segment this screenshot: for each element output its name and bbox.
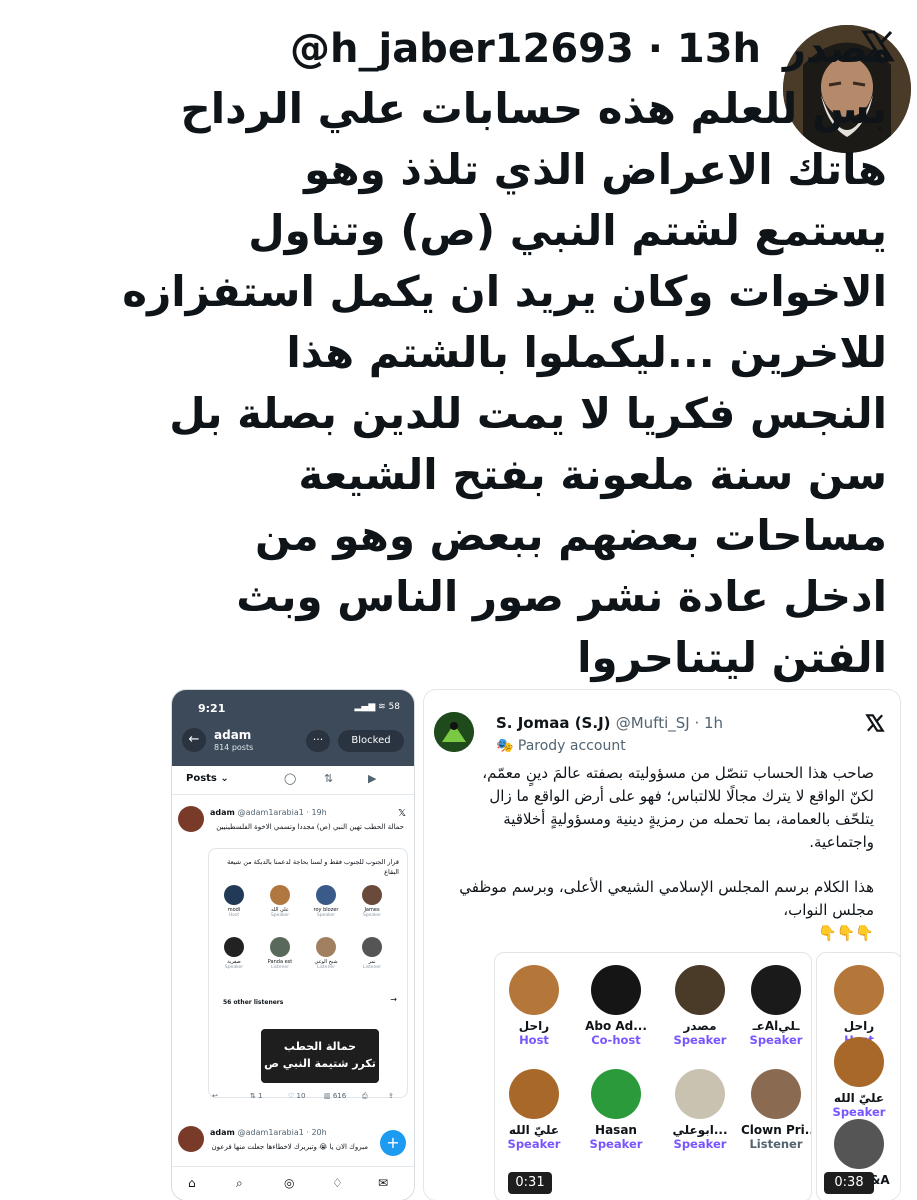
- profile-post-count: 814 posts: [214, 743, 254, 752]
- tweet-line: للاخرين ...ليكملوا بالشتم هذا: [286, 328, 887, 377]
- tab-posts[interactable]: Posts ⌄: [186, 773, 229, 784]
- post-text: صاحب هذا الحساب تنصّل من مسؤوليته بصفته …: [454, 762, 874, 945]
- post-author: adam @adam1arabia1 · 20h: [210, 1128, 327, 1137]
- search-icon[interactable]: ⌕: [236, 1176, 243, 1191]
- space-speaker: راحلHost: [499, 965, 569, 1047]
- author-name: adam: [210, 808, 235, 817]
- status-time: 9:21: [198, 702, 226, 715]
- compose-button[interactable]: +: [380, 1130, 406, 1156]
- space-speaker: عليّ الله Speaker: [824, 1037, 894, 1119]
- profile-header: 9:21 ▂▄▆ ≋ 58 ← adam 814 posts ··· Block…: [172, 690, 414, 766]
- space-speaker: نمر Listener: [351, 937, 393, 970]
- space-speaker: Clown Pri... Listener: [741, 1069, 811, 1151]
- space-speaker: عـAlـلي Speaker: [741, 965, 811, 1047]
- parody-label: 🎭 Parody account: [496, 738, 626, 754]
- profile-name: adam: [214, 728, 252, 742]
- space-speaker: Hasan Speaker: [581, 1069, 651, 1151]
- space-card[interactable]: عـAlـلي Speaker مصدر Speaker Abo Ad... Co-h…: [494, 952, 812, 1200]
- tweet-line: الفتن ليتناحروا: [577, 633, 887, 682]
- repost-tab-icon[interactable]: ⇅: [324, 772, 333, 785]
- status-icons: ▂▄▆ ≋ 58: [354, 702, 400, 712]
- listener-count: 56 other listeners: [223, 999, 284, 1006]
- home-icon[interactable]: ⌂: [188, 1176, 196, 1190]
- bottom-nav: ⌂ ⌕ ◎ ♢ ✉: [172, 1166, 414, 1200]
- x-logo-icon: [858, 26, 898, 66]
- video-duration: 0:38: [824, 1172, 874, 1194]
- space-speaker: roy blozer Speaker: [305, 885, 347, 918]
- avatar[interactable]: [178, 806, 204, 832]
- back-arrow-icon[interactable]: ←: [182, 728, 206, 752]
- post-text: حمالة الحطب تهين النبي (ص) مجددا وتسمي ا…: [216, 823, 404, 831]
- author-meta: @Mufti_SJ · 1h: [615, 714, 724, 732]
- x-logo-icon: 𝕏: [397, 808, 406, 819]
- author-name[interactable]: S. Jomaa (S.J): [496, 714, 611, 732]
- handle-time[interactable]: @h_jaber12693 · 13h: [290, 26, 761, 72]
- tweet-line: الاخوات وكان يريد ان يكمل استفزازه: [122, 267, 887, 316]
- space-speaker: James Speaker: [351, 885, 393, 918]
- reply-tab-icon[interactable]: ◯: [284, 772, 296, 785]
- tweet-header: @h_jaber12693 · 13h مصدر: [290, 26, 893, 72]
- x-logo-icon: [864, 712, 886, 734]
- space-title: قرار الجنوب للجنوب فقط و لسنا بحاجة لدعم…: [227, 858, 399, 876]
- space-speaker: صقرية Speaker: [213, 937, 255, 970]
- space-speaker: Abo Ad... Co-host: [581, 965, 651, 1047]
- post-paragraph: صاحب هذا الحساب تنصّل من مسؤوليته بصفته …: [482, 764, 874, 851]
- video-duration: 0:31: [508, 1172, 552, 1194]
- space-speaker: مصدر Speaker: [665, 965, 735, 1047]
- space-speaker: راحلHost: [824, 965, 894, 1047]
- space-speaker: Panda est Listener: [259, 937, 301, 970]
- more-button[interactable]: ···: [306, 730, 330, 752]
- avatar[interactable]: [434, 712, 474, 752]
- space-speaker: عليّ الله Speaker: [499, 1069, 569, 1151]
- space-speaker: علي الله Speaker: [259, 885, 301, 918]
- repost-icon[interactable]: ⇅ 1: [250, 1092, 263, 1100]
- share-icon[interactable]: ⇪: [388, 1092, 394, 1100]
- tweet-line: سن سنة ملعونة بفتح الشيعة: [298, 450, 887, 499]
- space-card[interactable]: قرار الجنوب للجنوب فقط و لسنا بحاجة لدعم…: [208, 848, 408, 1098]
- views-icon[interactable]: ▥ 616: [324, 1092, 346, 1100]
- pointing-emoji: 👇👇👇: [817, 924, 874, 942]
- tweet-line: ادخل عادة نشر صور الناس وبث: [236, 572, 887, 621]
- blocked-button[interactable]: Blocked: [338, 730, 404, 752]
- post-text: مبروك الان يا 😭 وتبريرك لاخطاءها جعلت من…: [211, 1143, 368, 1151]
- tweet-text: بس للعلم هذه حسابات علي الرداح هاتك الاع…: [122, 78, 888, 688]
- post-author: S. Jomaa (S.J) @Mufti_SJ · 1h: [496, 714, 723, 732]
- messages-icon[interactable]: ✉: [378, 1176, 388, 1190]
- tweet-line: بس للعلم هذه حسابات علي الرداح: [180, 84, 888, 133]
- reply-icon[interactable]: ↩: [212, 1092, 218, 1100]
- space-speaker: ابوعلي... Speaker: [665, 1069, 735, 1151]
- tweet-line: هاتك الاعراض الذي تلذذ وهو: [304, 145, 887, 194]
- author-meta: @adam1arabia1 · 19h: [237, 808, 327, 817]
- attached-image-right[interactable]: S. Jomaa (S.J) @Mufti_SJ · 1h 🎭 Parody a…: [424, 690, 900, 1200]
- post-paragraph: هذا الكلام برسم المجلس الإسلامي الشيعي ا…: [459, 878, 874, 919]
- arrow-right-icon[interactable]: →: [390, 995, 397, 1004]
- post-author: adam @adam1arabia1 · 19h: [210, 808, 327, 817]
- space-speaker: modi Host: [213, 885, 255, 918]
- space-card[interactable]: راحلHost عليّ اللهSpeaker HDR T&A: [816, 952, 900, 1200]
- tweet-line: يستمع لشتم النبي (ص) وتناول: [248, 206, 887, 255]
- space-speaker: شيخ الوعي Listener: [305, 937, 347, 970]
- media-tab-icon[interactable]: ▶: [368, 772, 376, 785]
- notifications-icon[interactable]: ♢: [332, 1176, 343, 1190]
- grok-icon[interactable]: ◎: [284, 1176, 294, 1190]
- tweet-line: النجس فكريا لا يمت للدين بصلة بل: [169, 389, 887, 438]
- tweet-line: مساحات بعضهم ببعض وهو من: [254, 511, 887, 560]
- like-icon[interactable]: ♡ 10: [288, 1092, 305, 1100]
- attached-image-left[interactable]: 9:21 ▂▄▆ ≋ 58 ← adam 814 posts ··· Block…: [172, 690, 414, 1200]
- bookmark-icon[interactable]: ⎙: [362, 1092, 368, 1101]
- profile-tabs: Posts ⌄ ◯ ⇅ ▶: [172, 766, 414, 795]
- caption-overlay: حمالة الحطب تكرر شتيمة النبي ص: [261, 1029, 379, 1083]
